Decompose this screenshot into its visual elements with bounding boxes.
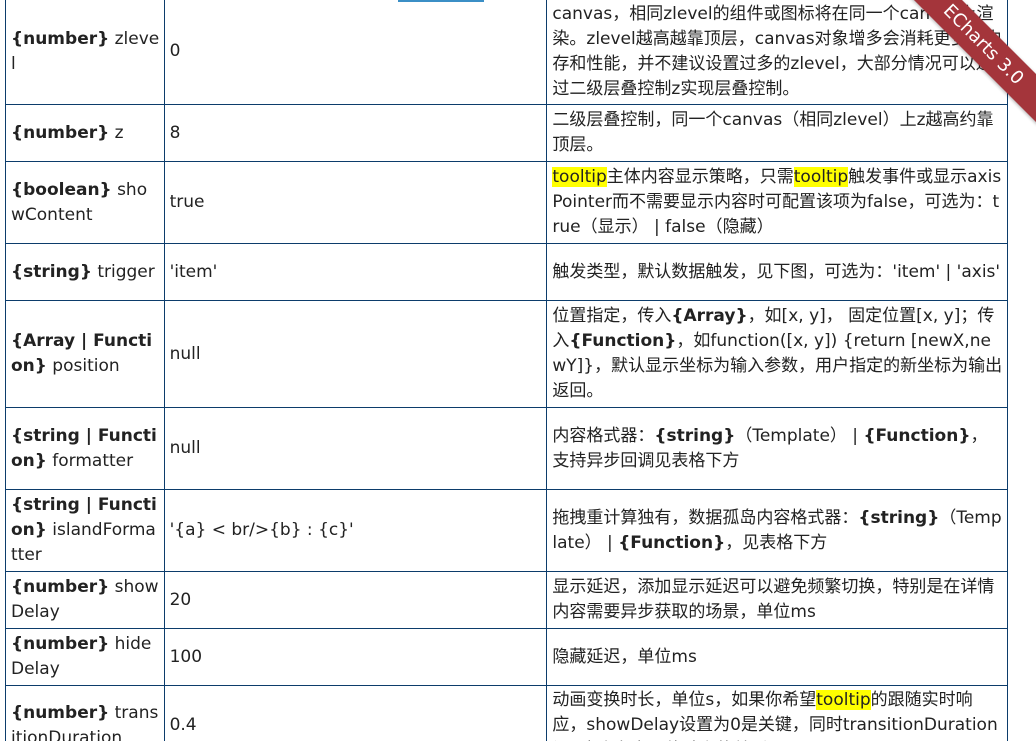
option-name-cell: {number} zlevel [5, 0, 165, 105]
option-description: 显示延迟，添加显示延迟可以避免频繁切换，特别是在详情内容需要异步获取的场景，单位… [546, 571, 1008, 629]
description-text: ，见表格下方 [725, 532, 828, 553]
search-highlight: tooltip [552, 167, 607, 187]
option-default-value: null [163, 407, 548, 490]
table-row: {Array | Function} position null 位置指定，传入{A… [5, 300, 1008, 408]
description-text: 拖拽重计算独有，数据孤岛内容格式器： [552, 507, 859, 528]
description-text: 内容格式器： [552, 425, 655, 446]
option-type: {number} [11, 634, 110, 654]
description-text: 触发类型，默认数据触发，见下图，可选为：'item' | 'axis' [552, 261, 1001, 282]
option-type: {number} [11, 702, 110, 723]
option-name-cell: {string} trigger [5, 243, 165, 301]
table-row: {number} showDelay 20 显示延迟，添加显示延迟可以避免频繁切换，… [5, 571, 1008, 629]
table-row: {string | Function} formatter null 内容格式器：{… [5, 407, 1008, 490]
type-keyword: {Array} [671, 306, 748, 326]
type-keyword: {Function} [618, 532, 726, 553]
option-name: z [114, 122, 124, 143]
description-text: 位置指定，传入 [552, 306, 672, 326]
option-type: {number} [11, 28, 110, 49]
option-default-value: 100 [163, 628, 548, 686]
option-name-cell: {string | Function} formatter [5, 407, 165, 490]
option-description: 内容格式器：{string}（Template） | {Function}，支持… [546, 407, 1008, 490]
option-default-value: '{a} < br/>{b} : {c}' [163, 489, 548, 572]
option-description: 二级层叠控制，同一个canvas（相同zlevel）上z越高约靠顶层。 [546, 104, 1008, 162]
option-type: {string} [11, 261, 92, 282]
tooltip-options-table: {number} zlevel 0 canvas，相同zlevel的组件或图标将在同… [5, 0, 1008, 741]
option-name-cell: {number} transitionDuration [5, 685, 165, 741]
table-row: {number} transitionDuration 0.4 动画变换时长，单位s… [5, 685, 1008, 741]
option-description: 动画变换时长，单位s，如果你希望tooltip的跟随实时响应，showDelay… [546, 685, 1008, 741]
type-keyword: {Function} [569, 331, 677, 351]
option-default-value: 8 [163, 104, 548, 162]
option-name: position [52, 356, 120, 376]
option-description: 隐藏延迟，单位ms [546, 628, 1008, 686]
table-row: {number} z 8 二级层叠控制，同一个canvas（相同zlevel）上z越… [5, 104, 1008, 162]
table-row: {string} trigger'item' 触发类型，默认数据触发，见下图，可选… [5, 243, 1008, 301]
option-name-cell: {number} z [5, 104, 165, 162]
option-name-cell: {string | Function} islandFormatter [5, 489, 165, 572]
description-text: 二级层叠控制，同一个canvas（相同zlevel）上z越高约靠顶层。 [552, 110, 994, 155]
doc-page: {number} zlevel 0 canvas，相同zlevel的组件或图标将在同… [0, 0, 1036, 741]
option-description: 位置指定，传入{Array}，如[x, y]， 固定位置[x, y]；传入{Fu… [546, 300, 1008, 408]
option-name: formatter [52, 450, 134, 471]
option-name-cell: {boolean} showContent [5, 161, 165, 244]
option-default-value: 'item' [163, 243, 548, 301]
description-text: （Template） | [735, 425, 864, 446]
table-row: {number} zlevel 0 canvas，相同zlevel的组件或图标将在同… [5, 0, 1008, 105]
option-type: {number} [11, 577, 110, 597]
description-text: 主体内容显示策略，只需 [606, 167, 794, 187]
description-text: 显示延迟，添加显示延迟可以避免频繁切换，特别是在详情内容需要异步获取的场景，单位… [552, 577, 995, 622]
option-name: trigger [97, 261, 155, 282]
option-name-cell: {number} showDelay [5, 571, 165, 629]
search-highlight: tooltip [816, 690, 871, 710]
type-keyword: {string} [858, 507, 940, 528]
search-highlight: tooltip [793, 167, 849, 187]
option-name-cell: {number} hideDelay [5, 628, 165, 686]
option-type: {boolean} [11, 179, 112, 200]
table-row: {number} hideDelay 100 隐藏延迟，单位ms [5, 628, 1008, 686]
option-default-value: true [163, 161, 548, 244]
table-body: {number} zlevel 0 canvas，相同zlevel的组件或图标将在同… [5, 0, 1008, 741]
option-type: {number} [11, 122, 110, 143]
option-default-value: 0 [163, 0, 548, 105]
type-keyword: {Function} [863, 425, 971, 446]
description-text: 动画变换时长，单位s，如果你希望 [552, 690, 817, 710]
option-description: 拖拽重计算独有，数据孤岛内容格式器：{string}（Template） | {… [546, 489, 1008, 572]
option-default-value: 0.4 [163, 685, 548, 741]
option-name-cell: {Array | Function} position [5, 300, 165, 408]
option-default-value: 20 [163, 571, 548, 629]
type-keyword: {string} [654, 425, 736, 446]
option-default-value: null [163, 300, 548, 408]
option-description: 触发类型，默认数据触发，见下图，可选为：'item' | 'axis' [546, 243, 1008, 301]
option-description: tooltip主体内容显示策略，只需tooltip触发事件或显示axisPoin… [546, 161, 1008, 244]
description-text: 隐藏延迟，单位ms [552, 646, 697, 667]
table-row: {string | Function} islandFormatter '{a} … [5, 489, 1008, 572]
table-row: {boolean} showContent true tooltip主体内容显示策略… [5, 161, 1008, 244]
